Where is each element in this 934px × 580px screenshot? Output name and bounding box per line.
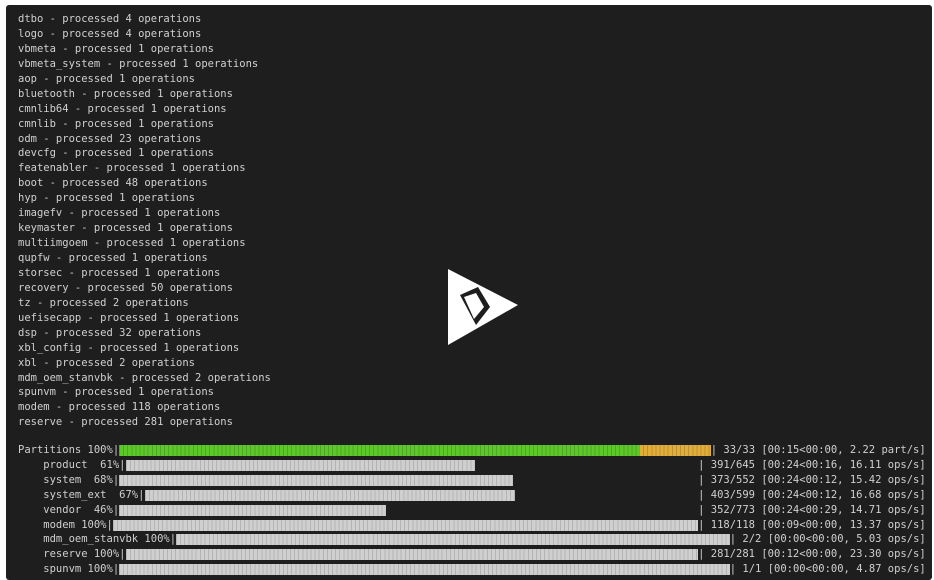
progress-bar-fill-active <box>639 445 711 456</box>
log-line: odm - processed 23 operations <box>18 132 202 145</box>
progress-stats: | 2/2 [00:00<00:00, 5.03 ops/s] <box>729 533 926 546</box>
progress-bar <box>125 459 699 471</box>
progress-bar <box>112 519 699 531</box>
partition-progress-row: product 61%| | 391/645 [00:24<00:16, 16.1… <box>6 458 932 473</box>
progress-stats: | 33/33 [00:15<00:00, 2.22 part/s] <box>710 444 926 456</box>
play-icon[interactable] <box>446 267 526 349</box>
progress-bar-fill <box>125 459 475 471</box>
log-line: reserve - processed 281 operations <box>18 416 233 429</box>
progress-stats: | 1/1 [00:00<00:00, 4.87 ops/s] <box>729 563 926 576</box>
log-line: storsec - processed 1 operations <box>18 266 221 279</box>
log-line: multiimgoem - processed 1 operations <box>18 237 246 250</box>
progress-stats: | 281/281 [00:12<00:00, 23.30 ops/s] <box>698 548 926 561</box>
progress-bar-fill <box>119 564 730 576</box>
partition-progress-row: vendor 46%| | 352/773 [00:24<00:29, 14.71… <box>6 503 932 518</box>
progress-label: system_ext 67%| <box>18 488 145 501</box>
log-line: modem - processed 118 operations <box>18 401 221 414</box>
log-line: mdm_oem_stanvbk - processed 2 operations <box>18 371 271 384</box>
progress-bar-fill <box>119 474 513 486</box>
log-line: devcfg - processed 1 operations <box>18 147 214 160</box>
log-line: bluetooth - processed 1 operations <box>18 87 233 100</box>
partition-progress-row: modem 100%| | 118/118 [00:09<00:00, 13.37… <box>6 518 932 533</box>
log-output: dtbo - processed 4 operations logo - proc… <box>18 12 271 430</box>
progress-bar-fill <box>144 489 516 501</box>
log-line: xbl_config - processed 1 operations <box>18 341 240 354</box>
log-line: recovery - processed 50 operations <box>18 281 233 294</box>
progress-bar <box>144 489 699 501</box>
log-line: logo - processed 4 operations <box>18 27 202 40</box>
progress-bar <box>119 474 698 486</box>
progress-bar-fill <box>112 519 699 531</box>
progress-label: vendor 46%| <box>18 503 120 516</box>
progress-bar-fill <box>125 549 699 561</box>
log-line: cmnlib - processed 1 operations <box>18 117 214 130</box>
partitions-progress-row: Partitions 100%| | 33/33 [00:15<00:00, 2.… <box>6 443 932 458</box>
progress-label: mdm_oem_stanvbk 100%| <box>18 533 177 546</box>
progress-stats: | 373/552 [00:24<00:12, 15.42 ops/s] <box>698 473 926 486</box>
progress-bar <box>119 504 698 516</box>
progress-bar <box>119 564 730 576</box>
progress-label: product 61%| <box>18 458 126 471</box>
log-line: uefisecapp - processed 1 operations <box>18 311 240 324</box>
log-line: vbmeta_system - processed 1 operations <box>18 57 259 70</box>
log-line: dtbo - processed 4 operations <box>18 13 202 25</box>
log-line: keymaster - processed 1 operations <box>18 222 233 235</box>
log-line: qupfw - processed 1 operations <box>18 252 208 264</box>
log-line: hyp - processed 1 operations <box>18 192 196 205</box>
log-line: xbl - processed 2 operations <box>18 356 196 369</box>
progress-stats: | 391/645 [00:24<00:16, 16.11 ops/s] <box>698 458 926 471</box>
progress-bar-fill-complete <box>119 445 640 456</box>
partition-progress-row: spunvm 100%| | 1/1 [00:00<00:00, 4.87 ops… <box>6 562 932 577</box>
progress-stats: | 352/773 [00:24<00:29, 14.71 ops/s] <box>698 503 926 516</box>
log-line: aop - processed 1 operations <box>18 72 196 85</box>
progress-stats: | 403/599 [00:24<00:12, 16.68 ops/s] <box>698 488 926 501</box>
terminal-window: dtbo - processed 4 operations logo - proc… <box>6 5 932 580</box>
progress-label: spunvm 100%| <box>18 563 120 576</box>
log-line: spunvm - processed 1 operations <box>18 386 214 399</box>
partition-progress-row: mdm_oem_stanvbk 100%| | 2/2 [00:00<00:00,… <box>6 532 932 547</box>
progress-label: system 68%| <box>18 473 120 486</box>
progress-bar-fill <box>119 504 386 516</box>
progress-bar <box>119 445 711 456</box>
partition-progress-row: system_ext 67%| | 403/599 [00:24<00:12, 1… <box>6 488 932 503</box>
log-line: featenabler - processed 1 operations <box>18 162 246 175</box>
progress-bar-fill <box>176 534 730 546</box>
log-line: cmnlib64 - processed 1 operations <box>18 102 227 115</box>
log-line: vbmeta - processed 1 operations <box>18 42 214 55</box>
progress-label: reserve 100%| <box>18 548 126 561</box>
log-line: boot - processed 48 operations <box>18 177 208 190</box>
log-line: dsp - processed 32 operations <box>18 326 202 339</box>
progress-stats: | 118/118 [00:09<00:00, 13.37 ops/s] <box>698 518 926 531</box>
progress-label: Partitions 100%| <box>18 444 120 456</box>
log-line: imagefv - processed 1 operations <box>18 207 221 220</box>
log-line: tz - processed 2 operations <box>18 296 189 309</box>
partition-progress-row: system 68%| | 373/552 [00:24<00:12, 15.42… <box>6 473 932 488</box>
progress-bar <box>176 534 730 546</box>
progress-bar <box>125 549 699 561</box>
progress-label: modem 100%| <box>18 518 113 531</box>
partition-progress-row: reserve 100%| | 281/281 [00:12<00:00, 23.… <box>6 547 932 562</box>
